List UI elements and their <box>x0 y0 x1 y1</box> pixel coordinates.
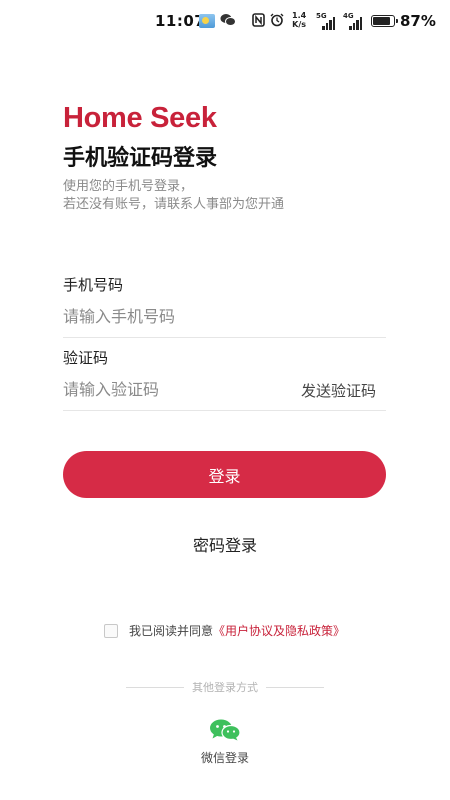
page-title: 手机验证码登录 <box>63 146 218 171</box>
battery-percent: 87% <box>400 12 436 30</box>
weather-icon <box>199 14 215 28</box>
network-speed-value: 1.4 <box>292 11 307 20</box>
wechat-icon <box>195 719 255 745</box>
agreement-text: 我已阅读并同意 <box>129 624 214 638</box>
wechat-notification-icon <box>220 13 236 32</box>
phone-label: 手机号码 <box>63 276 124 294</box>
status-time: 11:07 <box>155 12 206 30</box>
battery-icon <box>371 15 398 27</box>
status-bar: 11:07 1.4 K/s 5G 4G 87% <box>0 0 450 44</box>
code-input[interactable] <box>63 371 293 407</box>
agreement-row: 我已阅读并同意 《用户协议及隐私政策》 <box>104 622 345 639</box>
password-login-link[interactable]: 密码登录 <box>0 532 450 556</box>
login-button[interactable]: 登录 <box>63 451 386 498</box>
code-label: 验证码 <box>63 349 109 367</box>
hint-line-1: 使用您的手机号登录， <box>63 179 194 194</box>
network-speed: 1.4 K/s <box>292 11 306 29</box>
other-login-text: 其他登录方式 <box>192 681 258 694</box>
login-hint: 使用您的手机号登录， 若还没有账号，请联系人事部为您开通 <box>63 178 284 214</box>
network-speed-unit: K/s <box>292 20 307 29</box>
code-divider <box>63 410 386 411</box>
nfc-icon <box>252 13 265 32</box>
signal-4g-icon: 4G <box>343 12 365 30</box>
alarm-icon <box>270 13 284 32</box>
agreement-checkbox[interactable] <box>104 623 118 638</box>
wechat-login-button[interactable]: 微信登录 <box>195 719 255 766</box>
phone-divider <box>63 337 386 338</box>
divider-line-right <box>266 686 324 688</box>
signal-icon: 5G <box>316 12 338 30</box>
send-code-button[interactable]: 发送验证码 <box>301 380 376 401</box>
hint-line-2: 若还没有账号，请联系人事部为您开通 <box>63 197 285 212</box>
other-login-divider: 其他登录方式 <box>126 679 324 695</box>
phone-input[interactable] <box>63 298 386 334</box>
wechat-login-label: 微信登录 <box>200 751 249 765</box>
agreement-link[interactable]: 《用户协议及隐私政策》 <box>213 622 345 639</box>
brand-logo-text: Home Seek <box>63 102 217 134</box>
divider-line-left <box>126 686 184 688</box>
